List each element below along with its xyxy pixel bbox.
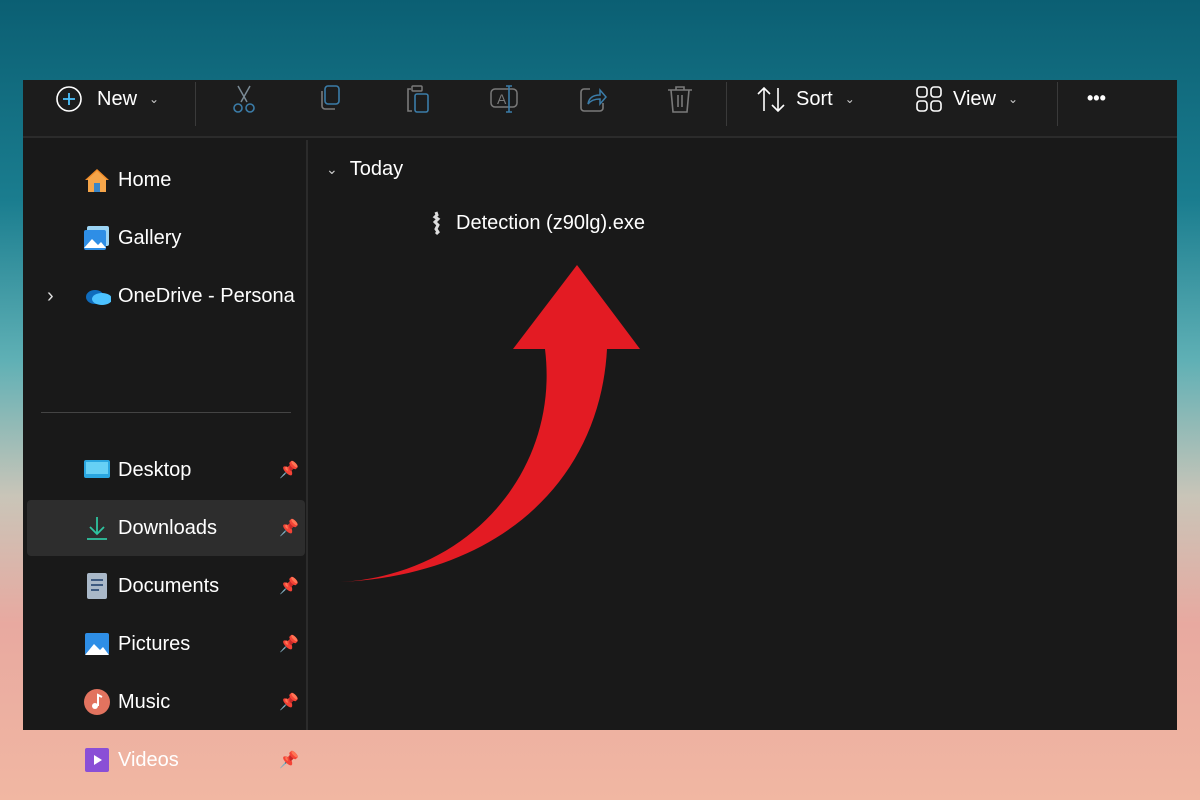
red-arrow-annotation [340, 265, 640, 582]
arrow-shape [340, 265, 640, 582]
